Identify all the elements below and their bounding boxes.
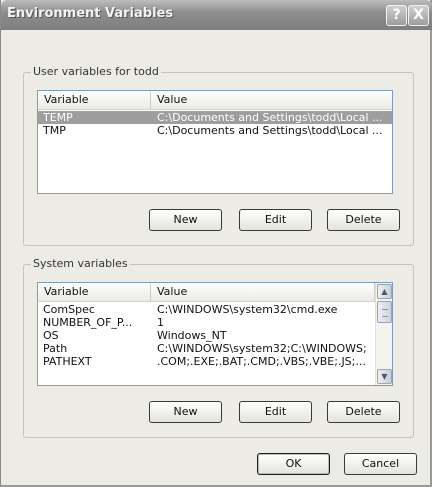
variable-name: TEMP (43, 111, 73, 124)
ok-button[interactable]: OK (257, 453, 330, 475)
environment-variables-dialog: Environment Variables ? X User variables… (0, 0, 432, 487)
variable-name: TMP (43, 124, 66, 137)
system-edit-button[interactable]: Edit (239, 401, 312, 423)
window-title: Environment Variables (7, 6, 174, 21)
variable-name: OS (43, 329, 59, 342)
user-new-button[interactable]: New (149, 209, 222, 231)
variable-value: Windows_NT (157, 329, 227, 342)
variable-name: PATHEXT (43, 355, 92, 368)
variable-name: Path (43, 342, 68, 355)
user-delete-button[interactable]: Delete (327, 209, 400, 231)
system-list-header: Variable Value (38, 283, 375, 302)
variable-value: .COM;.EXE;.BAT;.CMD;.VBS;.VBE;.JS;.... (157, 355, 367, 368)
system-list-scrollbar[interactable]: ▲ ▼ (375, 283, 392, 385)
variable-value: C:\Documents and Settings\todd\Local ... (157, 111, 383, 124)
variable-value: C:\Documents and Settings\todd\Local ... (157, 124, 383, 137)
list-item[interactable]: PATHEXT .COM;.EXE;.BAT;.CMD;.VBS;.VBE;.JS… (38, 355, 392, 368)
list-item[interactable]: Path C:\WINDOWS\system32;C:\WINDOWS;... (38, 342, 392, 355)
column-header-value[interactable]: Value (151, 283, 375, 302)
help-icon: ? (392, 7, 401, 23)
scroll-thumb[interactable] (377, 301, 392, 323)
list-item[interactable]: TEMP C:\Documents and Settings\todd\Local… (38, 111, 392, 124)
column-header-value[interactable]: Value (151, 91, 392, 110)
list-item[interactable]: NUMBER_OF_P... 1 (38, 316, 392, 329)
variable-name: ComSpec (43, 303, 95, 316)
help-button[interactable]: ? (386, 5, 407, 26)
title-bar[interactable]: Environment Variables ? X (1, 0, 432, 30)
system-new-button[interactable]: New (149, 401, 222, 423)
user-edit-button[interactable]: Edit (239, 209, 312, 231)
variable-value: C:\WINDOWS\system32;C:\WINDOWS;... (157, 342, 367, 355)
variable-value: C:\WINDOWS\system32\cmd.exe (157, 303, 338, 316)
column-header-variable[interactable]: Variable (38, 283, 151, 302)
cancel-button[interactable]: Cancel (344, 453, 417, 475)
scroll-up-arrow-icon[interactable]: ▲ (377, 284, 392, 299)
close-button[interactable]: X (408, 5, 429, 26)
system-variables-list[interactable]: Variable Value ComSpec C:\WINDOWS\system3… (37, 282, 393, 386)
list-item[interactable]: TMP C:\Documents and Settings\todd\Local … (38, 124, 392, 137)
user-variables-label: User variables for todd (31, 65, 161, 79)
list-item[interactable]: OS Windows_NT (38, 329, 392, 342)
user-list-header: Variable Value (38, 91, 392, 110)
variable-name: NUMBER_OF_P... (43, 316, 133, 329)
system-delete-button[interactable]: Delete (327, 401, 400, 423)
close-icon: X (413, 7, 424, 23)
scroll-down-arrow-icon[interactable]: ▼ (377, 369, 392, 384)
list-item[interactable]: ComSpec C:\WINDOWS\system32\cmd.exe (38, 303, 392, 316)
column-header-variable[interactable]: Variable (38, 91, 151, 110)
variable-value: 1 (157, 316, 164, 329)
system-variables-label: System variables (31, 257, 130, 271)
user-variables-list[interactable]: Variable Value TEMP C:\Documents and Sett… (37, 90, 393, 194)
